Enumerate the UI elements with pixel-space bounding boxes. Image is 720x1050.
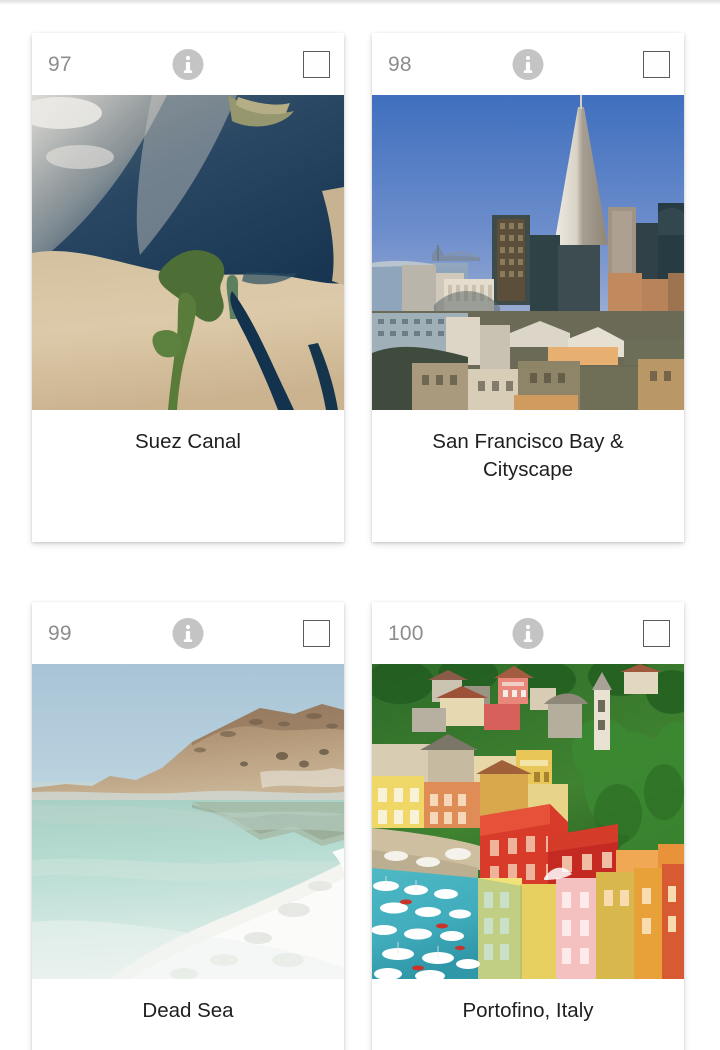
info-icon[interactable] [512,617,544,649]
info-icon[interactable] [512,48,544,80]
image-card[interactable]: 99 Dead Sea [32,602,344,1050]
card-header: 100 [372,602,684,664]
image-card[interactable]: 98 San Francisco Bay & Cityscape [372,33,684,542]
card-header: 98 [372,33,684,95]
card-thumbnail-suez-canal[interactable] [32,95,344,410]
card-caption: Suez Canal [32,410,344,542]
card-thumbnail-dead-sea[interactable] [32,664,344,979]
card-index: 97 [48,52,72,76]
image-gallery-page: 97 Suez Canal 98 San Francisco Bay & Cit… [0,0,720,1050]
card-select-checkbox[interactable] [303,619,330,647]
info-icon[interactable] [172,48,204,80]
info-icon[interactable] [172,617,204,649]
card-header: 99 [32,602,344,664]
card-thumbnail-portofino[interactable] [372,664,684,979]
card-caption: San Francisco Bay & Cityscape [372,410,684,542]
card-caption: Portofino, Italy [372,979,684,1050]
clipped-row-shadow [0,0,720,5]
card-select-checkbox[interactable] [643,50,670,78]
image-card[interactable]: 100 Portofino, Italy [372,602,684,1050]
card-index: 98 [388,52,412,76]
card-header: 97 [32,33,344,95]
card-select-checkbox[interactable] [303,50,330,78]
image-card-grid: 97 Suez Canal 98 San Francisco Bay & Cit… [32,33,688,1050]
image-card[interactable]: 97 Suez Canal [32,33,344,542]
card-caption: Dead Sea [32,979,344,1050]
card-select-checkbox[interactable] [643,619,670,647]
card-index: 100 [388,621,424,645]
card-index: 99 [48,621,72,645]
card-thumbnail-san-francisco[interactable] [372,95,684,410]
